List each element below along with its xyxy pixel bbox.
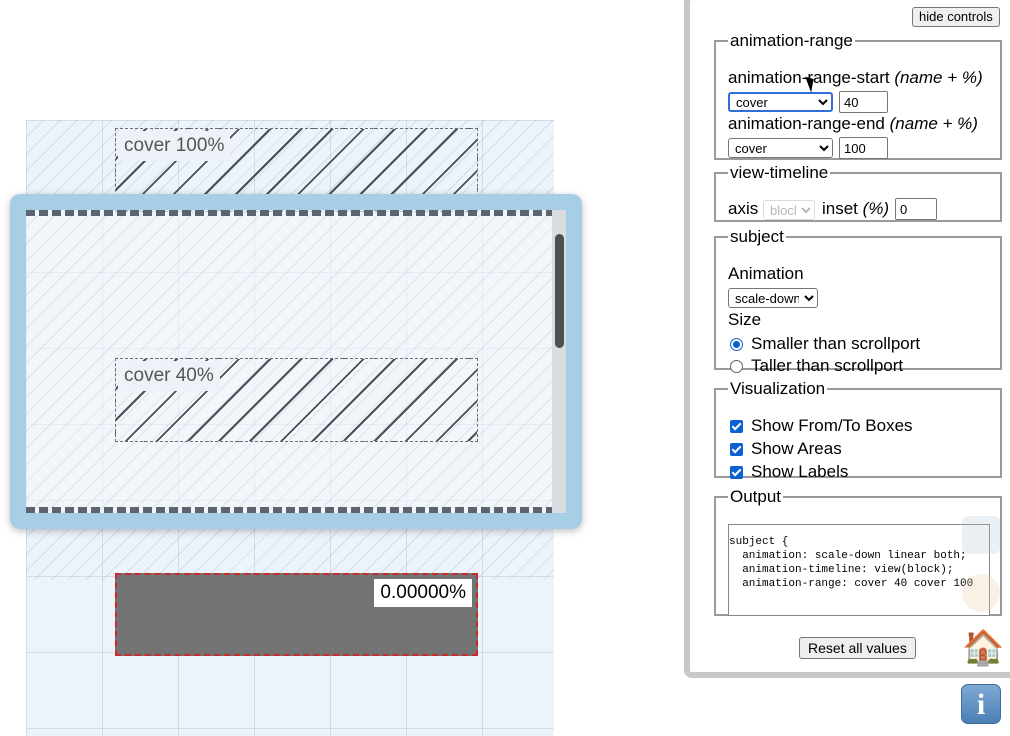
range-end-label: animation-range-end (name + %) (728, 114, 978, 134)
output-code[interactable]: subject { animation: scale-down linear b… (728, 524, 990, 616)
animation-select[interactable]: scale-down (728, 288, 818, 308)
scrollport-top-edge (26, 210, 552, 216)
radio-selected-icon[interactable] (730, 337, 743, 351)
show-labels-option[interactable]: Show Labels (730, 462, 848, 482)
animation-range-legend: animation-range (730, 31, 853, 50)
axis-label: axis (728, 199, 759, 218)
range-start-name-select[interactable]: cover (728, 92, 833, 112)
visualization-fieldset: Visualization Show From/To Boxes Show Ar… (714, 379, 1002, 481)
scrollport-bottom-edge (26, 507, 552, 513)
inset-input[interactable] (895, 198, 937, 220)
home-icon[interactable]: 🏠 (962, 628, 1004, 668)
show-boxes-option[interactable]: Show From/To Boxes (730, 416, 913, 436)
range-from-label: cover 100% (118, 131, 231, 161)
range-end-name-select[interactable]: cover (728, 138, 833, 158)
inset-label: inset (%) (822, 199, 889, 219)
visualization-legend: Visualization (730, 379, 826, 398)
reset-button[interactable]: Reset all values (799, 637, 916, 659)
size-label: Size (728, 310, 762, 329)
show-areas-label: Show Areas (751, 439, 842, 458)
animation-label: Animation (728, 264, 804, 283)
show-areas-option[interactable]: Show Areas (730, 439, 842, 459)
view-timeline-legend: view-timeline (730, 163, 829, 182)
range-start-value-input[interactable] (839, 91, 888, 113)
subject-fieldset: subject Animation scale-down Size Smalle… (714, 227, 1002, 375)
output-fieldset: Output subject { animation: scale-down l… (714, 488, 1002, 616)
exit-area-hatch (26, 520, 554, 580)
subject-element: 0.00000% (115, 573, 478, 656)
range-end-hint: (name + %) (889, 114, 978, 133)
size-option-taller-label: Taller than scrollport (751, 356, 904, 375)
hide-controls-button[interactable]: hide controls (912, 7, 1000, 27)
emoji-icon[interactable] (962, 574, 1000, 612)
show-boxes-label: Show From/To Boxes (751, 416, 913, 435)
info-icon[interactable]: i (961, 684, 1001, 724)
size-option-smaller-label: Smaller than scrollport (751, 334, 921, 353)
shuffle-icon[interactable] (962, 516, 1000, 554)
show-labels-label: Show Labels (751, 462, 849, 481)
animation-range-fieldset: animation-range animation-range-start (n… (714, 32, 1002, 160)
range-to-label: cover 40% (118, 361, 220, 391)
size-option-taller[interactable]: Taller than scrollport (730, 356, 903, 376)
checkbox-checked-icon[interactable] (730, 465, 743, 479)
output-legend: Output (730, 487, 782, 506)
radio-unselected-icon[interactable] (730, 359, 743, 373)
checkbox-checked-icon[interactable] (730, 419, 743, 433)
range-start-label: animation-range-start (name + %) (728, 68, 983, 88)
range-to-box: cover 40% (115, 358, 478, 442)
view-timeline-fieldset: view-timeline axis block inset (%) (714, 164, 1002, 222)
range-end-value-input[interactable] (839, 137, 888, 159)
inset-text: inset (822, 199, 858, 218)
scrollbar-thumb[interactable] (555, 234, 564, 348)
subject-legend: subject (730, 227, 784, 246)
range-start-hint: (name + %) (894, 68, 983, 87)
axis-select[interactable]: block (763, 200, 815, 220)
progress-readout: 0.00000% (374, 579, 472, 607)
checkbox-checked-icon[interactable] (730, 442, 743, 456)
inset-unit: (%) (862, 199, 890, 218)
scrollbar-track[interactable] (552, 210, 566, 513)
range-end-text: animation-range-end (728, 114, 885, 133)
size-option-smaller[interactable]: Smaller than scrollport (730, 334, 920, 354)
controls-panel: hide controls animation-range animation-… (684, 0, 1010, 678)
